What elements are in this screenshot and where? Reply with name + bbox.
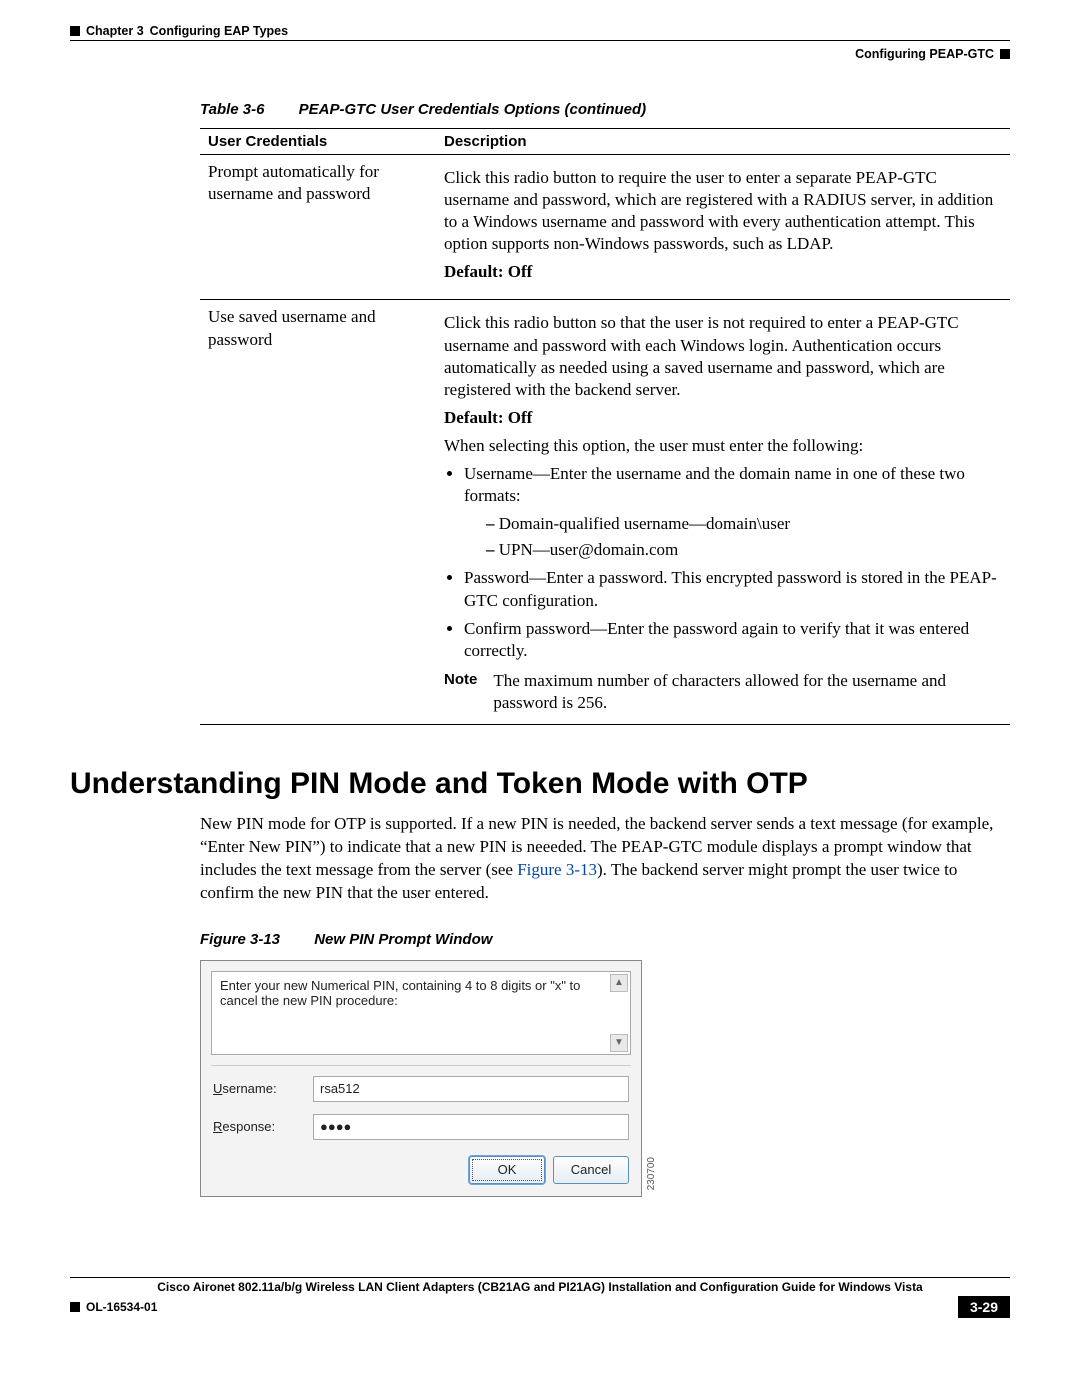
- dialog-message: Enter your new Numerical PIN, containing…: [220, 978, 580, 1008]
- note-label: Note: [444, 670, 477, 714]
- figure-xref[interactable]: Figure 3-13: [517, 860, 597, 879]
- option-bullets: Username—Enter the username and the doma…: [464, 463, 1002, 662]
- figure-caption: Figure 3-13 New PIN Prompt Window: [200, 931, 1010, 948]
- figure-caption-text: New PIN Prompt Window: [314, 931, 492, 948]
- body-paragraph: New PIN mode for OTP is supported. If a …: [200, 813, 1010, 905]
- underline-char: R: [213, 1119, 222, 1134]
- table-caption-num: Table 3-6: [200, 101, 264, 118]
- response-row: Response: ●●●●: [201, 1108, 641, 1146]
- option-desc: Click this radio button so that the user…: [444, 312, 1002, 400]
- table-header-row: User Credentials Description: [200, 129, 1010, 155]
- response-value: ●●●●: [320, 1119, 351, 1134]
- page-footer: Cisco Aironet 802.11a/b/g Wireless LAN C…: [70, 1277, 1010, 1318]
- table-row: Use saved username and password Click th…: [200, 300, 1010, 725]
- options-table: User Credentials Description Prompt auto…: [200, 128, 1010, 725]
- header-chapter: Chapter 3 Configuring EAP Types: [70, 24, 1010, 38]
- dialog-message-box: Enter your new Numerical PIN, containing…: [211, 971, 631, 1055]
- sub-bullet-upn: UPN—user@domain.com: [486, 539, 1002, 561]
- response-field[interactable]: ●●●●: [313, 1114, 629, 1140]
- option-desc: Click this radio button to require the u…: [444, 167, 1002, 255]
- scroll-up-icon[interactable]: ▲: [610, 974, 628, 992]
- dialog-figure: Enter your new Numerical PIN, containing…: [200, 960, 1010, 1197]
- option-default: Default: Off: [444, 262, 532, 281]
- cancel-button[interactable]: Cancel: [553, 1156, 629, 1184]
- page: Chapter 3 Configuring EAP Types Configur…: [0, 0, 1080, 1358]
- option-intro: When selecting this option, the user mus…: [444, 435, 1002, 457]
- square-bullet-icon: [70, 26, 80, 36]
- ok-label: OK: [498, 1162, 517, 1177]
- username-field[interactable]: rsa512: [313, 1076, 629, 1102]
- section-heading: Understanding PIN Mode and Token Mode wi…: [70, 767, 1010, 801]
- scroll-down-icon[interactable]: ▼: [610, 1034, 628, 1052]
- dialog-footer: OK Cancel: [201, 1146, 641, 1196]
- square-bullet-icon: [70, 1302, 80, 1312]
- section-title: Configuring PEAP-GTC: [855, 47, 994, 61]
- sub-bullet-dq: Domain-qualified username—domain\user: [486, 513, 1002, 535]
- table-row: Prompt automatically for username and pa…: [200, 155, 1010, 300]
- footer-book-title: Cisco Aironet 802.11a/b/g Wireless LAN C…: [70, 1280, 1010, 1294]
- option-desc-cell: Click this radio button so that the user…: [436, 300, 1010, 725]
- username-label: Username:: [213, 1081, 313, 1096]
- figure-side-code: 230700: [646, 1157, 657, 1190]
- page-number: 3-29: [958, 1296, 1010, 1318]
- ok-button[interactable]: OK: [469, 1156, 545, 1184]
- cancel-label: Cancel: [571, 1162, 611, 1177]
- label-rest: esponse:: [222, 1119, 275, 1134]
- option-default: Default: Off: [444, 408, 532, 427]
- bullet-confirm: Confirm password—Enter the password agai…: [464, 618, 1002, 662]
- figure-caption-num: Figure 3-13: [200, 931, 280, 948]
- bullet-text: Username—Enter the username and the doma…: [464, 464, 965, 505]
- option-desc-cell: Click this radio button to require the u…: [436, 155, 1010, 300]
- table-caption: Table 3-6 PEAP-GTC User Credentials Opti…: [200, 101, 1010, 118]
- footer-rule: [70, 1277, 1010, 1278]
- bullet-password: Password—Enter a password. This encrypte…: [464, 567, 1002, 611]
- footer-ol: OL-16534-01: [70, 1300, 157, 1314]
- col-user-credentials: User Credentials: [200, 129, 436, 155]
- username-row: Username: rsa512: [201, 1070, 641, 1108]
- note-text: The maximum number of characters allowed…: [493, 670, 1002, 714]
- sub-bullets: Domain-qualified username—domain\user UP…: [486, 513, 1002, 561]
- square-bullet-icon: [1000, 49, 1010, 59]
- table-caption-text: PEAP-GTC User Credentials Options (conti…: [299, 101, 647, 118]
- option-name: Prompt automatically for username and pa…: [200, 155, 436, 300]
- chapter-label: Chapter 3: [86, 24, 144, 38]
- header-section: Configuring PEAP-GTC: [70, 47, 1010, 61]
- footer-row: OL-16534-01 3-29: [70, 1296, 1010, 1318]
- footer-ol-text: OL-16534-01: [86, 1300, 157, 1314]
- underline-char: U: [213, 1081, 222, 1096]
- username-value: rsa512: [320, 1081, 360, 1096]
- note-row: Note The maximum number of characters al…: [444, 670, 1002, 714]
- option-name: Use saved username and password: [200, 300, 436, 725]
- bullet-username: Username—Enter the username and the doma…: [464, 463, 1002, 561]
- col-description: Description: [436, 129, 1010, 155]
- header-rule: [70, 40, 1010, 41]
- label-rest: sername:: [222, 1081, 276, 1096]
- response-label: Response:: [213, 1119, 313, 1134]
- chapter-title: Configuring EAP Types: [150, 24, 288, 38]
- new-pin-dialog: Enter your new Numerical PIN, containing…: [200, 960, 642, 1197]
- dialog-separator: [211, 1065, 631, 1066]
